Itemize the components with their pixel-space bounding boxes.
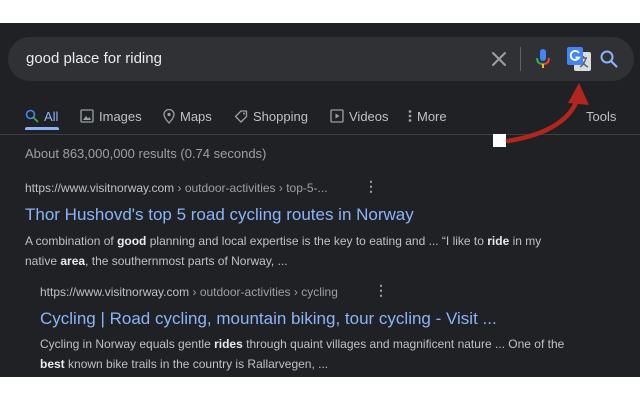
tab-videos[interactable]: Videos	[330, 103, 389, 129]
snippet-text: through quaint villages and magnificent …	[242, 337, 565, 351]
tab-all[interactable]: All	[25, 103, 58, 129]
result-title-link[interactable]: Cycling | Road cycling, mountain biking,…	[40, 309, 497, 329]
tab-images[interactable]: Images	[80, 103, 142, 129]
maps-icon	[163, 108, 175, 124]
videos-icon	[330, 109, 344, 123]
tab-shopping[interactable]: Shopping	[234, 103, 308, 129]
snippet-highlight: ride	[487, 234, 510, 248]
search-icon	[25, 109, 39, 123]
result-path: › outdoor-activities › top-5-...	[174, 181, 328, 195]
tab-label: Maps	[180, 108, 212, 124]
tab-maps[interactable]: Maps	[163, 103, 212, 129]
snippet-text: planning and local expertise is the key …	[146, 234, 488, 248]
snippet-highlight: rides	[214, 337, 243, 351]
snippet-highlight: area	[60, 254, 86, 268]
images-icon	[80, 109, 94, 123]
tab-label: Shopping	[253, 108, 308, 124]
search-tabs: All Images Maps Shopping Videos More Too…	[0, 103, 640, 130]
result-domain: https://www.visitnorway.com	[40, 285, 190, 299]
tab-more[interactable]: More	[408, 103, 447, 129]
kebab-menu-icon[interactable]: ⋮	[374, 283, 388, 297]
result-snippet: A combination of good planning and local…	[25, 231, 565, 271]
snippet-highlight: good	[117, 234, 147, 248]
result-path: › outdoor-activities › cycling	[189, 285, 338, 299]
snippet-highlight: best	[40, 357, 65, 371]
tools-button[interactable]: Tools	[586, 103, 616, 129]
tab-label: More	[417, 108, 447, 124]
search-bar[interactable]: good place for riding	[8, 37, 634, 81]
kebab-menu-icon[interactable]: ⋮	[364, 179, 378, 193]
result-url[interactable]: https://www.visitnorway.com › outdoor-ac…	[25, 181, 328, 195]
annotation-marker	[493, 134, 506, 147]
google-translate-icon[interactable]	[564, 37, 594, 81]
snippet-text: , the southernmost parts of Norway, ...	[85, 254, 288, 268]
snippet-text: A combination of	[25, 234, 118, 248]
tab-label: Videos	[349, 108, 389, 124]
result-domain: https://www.visitnorway.com	[25, 181, 175, 195]
search-icon[interactable]	[598, 37, 620, 81]
result-stats: About 863,000,000 results (0.74 seconds)	[25, 146, 267, 161]
tab-label: Images	[99, 108, 142, 124]
search-input[interactable]: good place for riding	[26, 37, 162, 81]
active-tab-indicator	[25, 127, 59, 130]
tabs-divider	[0, 134, 640, 135]
snippet-text: known bike trails in the country is Rall…	[64, 357, 329, 371]
snippet-text: Cycling in Norway equals gentle	[40, 337, 215, 351]
clear-icon[interactable]	[488, 37, 510, 81]
tab-label: All	[44, 108, 59, 124]
more-icon	[408, 110, 412, 122]
result-title-link[interactable]: Thor Hushovd's top 5 road cycling routes…	[25, 205, 414, 225]
search-bar-divider	[520, 47, 521, 71]
search-results-page: good place for riding All Images Maps Sh…	[0, 23, 640, 377]
result-snippet: Cycling in Norway equals gentle rides th…	[40, 334, 570, 374]
result-url[interactable]: https://www.visitnorway.com › outdoor-ac…	[40, 285, 338, 299]
mic-icon[interactable]	[532, 37, 554, 81]
shopping-icon	[234, 110, 248, 123]
